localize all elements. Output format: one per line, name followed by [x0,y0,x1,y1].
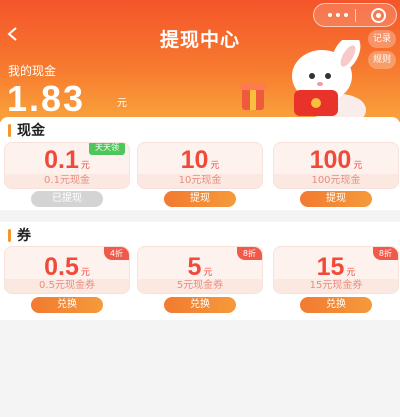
balance-amount: 1.83 [7,78,86,119]
cash-section-title: 现金 [17,123,45,139]
cash-card-10[interactable]: 10 元 10元现金 [137,142,263,189]
miniprogram-capsule [313,3,397,27]
coupon-section-header: 券 [8,227,31,244]
close-target-icon[interactable] [371,8,386,23]
card-value: 0.1 元 [44,146,90,174]
withdrawn-button[interactable]: 已提现 [31,191,103,207]
records-button[interactable]: 记录 [368,30,396,48]
cash-section-header: 现金 [8,122,45,139]
card-desc: 15元现金券 [274,279,398,293]
card-value: 100 元 [309,146,363,174]
redeem-button-5[interactable]: 兑换 [164,297,236,313]
card-desc: 5元现金券 [138,279,262,293]
card-value: 5元 [187,253,213,281]
card-value: 0.5 元 [44,253,90,281]
card-value: 15 元 [316,253,356,281]
header: 提现中心 记录 规则 我的现金 1.83 元 [0,0,400,122]
coupon-card-15[interactable]: 8折 15 元 15元现金券 [273,246,399,294]
rules-button[interactable]: 规则 [368,51,396,69]
rabbit-mascot-icon [240,40,366,122]
section-marker [8,123,11,137]
my-cash-label: 我的现金 [8,64,57,78]
cash-card-0.1[interactable]: 天天领 0.1 元 0.1元现金 [4,142,130,189]
card-value: 10 元 [180,146,220,174]
card-desc: 100元现金 [274,174,398,188]
coupon-section-title: 券 [17,228,31,244]
more-icon[interactable] [328,13,348,17]
section-marker [8,228,11,242]
card-desc: 10元现金 [138,174,262,188]
card-desc: 0.5元现金券 [5,279,129,293]
coupon-card-5[interactable]: 8折 5元 5元现金券 [137,246,263,294]
capsule-divider [355,9,356,22]
card-desc: 0.1元现金 [5,174,129,188]
withdraw-button-100[interactable]: 提现 [300,191,372,207]
cash-card-100[interactable]: 100 元 100元现金 [273,142,399,189]
cash-section: 现金 天天领 0.1 元 0.1元现金 已提现 10 元 10元现金 提现 100 元… [0,117,400,210]
coupon-card-0.5[interactable]: 4折 0.5 元 0.5元现金券 [4,246,130,294]
redeem-button-15[interactable]: 兑换 [300,297,372,313]
balance-unit: 元 [117,98,127,109]
coupon-section: 券 4折 0.5 元 0.5元现金券 兑换 8折 5元 5元现金券 兑换 8折 1… [0,222,400,320]
withdraw-button-10[interactable]: 提现 [164,191,236,207]
redeem-button-0.5[interactable]: 兑换 [31,297,103,313]
